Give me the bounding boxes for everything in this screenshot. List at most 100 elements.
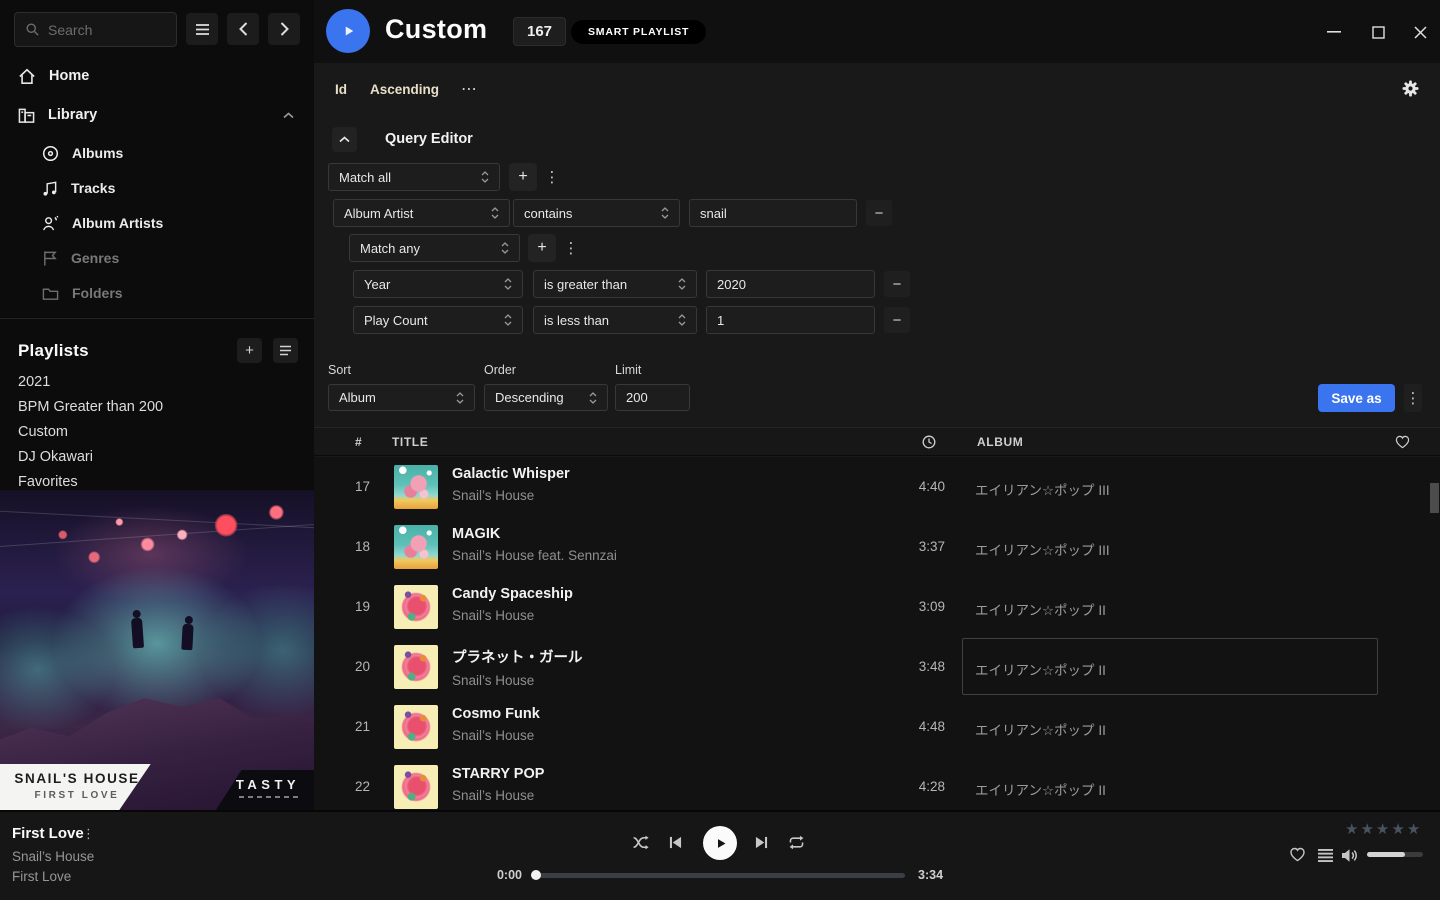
track-album[interactable]: エイリアン☆ポップ II <box>975 779 1106 799</box>
now-playing-artist[interactable]: Snail’s House <box>12 849 94 864</box>
track-title[interactable]: MAGIK <box>452 526 617 542</box>
repeat-button[interactable] <box>787 834 806 851</box>
track-artist[interactable]: Snail’s House <box>452 488 570 503</box>
star-icon[interactable]: ★ <box>1407 821 1422 838</box>
star-icon[interactable]: ★ <box>1345 821 1360 838</box>
table-row[interactable]: 17 Galactic Whisper Snail’s House 4:40 エ… <box>314 457 1440 517</box>
track-album[interactable]: エイリアン☆ポップ III <box>975 479 1110 499</box>
query-editor-collapse-button[interactable] <box>332 127 357 152</box>
rule-field-select[interactable]: Album Artist <box>333 199 510 227</box>
playlist-item[interactable]: BPM Greater than 200 <box>18 394 288 419</box>
rule-field-select[interactable]: Play Count <box>353 306 523 334</box>
track-title[interactable]: STARRY POP <box>452 766 544 782</box>
track-album[interactable]: エイリアン☆ポップ II <box>975 599 1106 619</box>
track-artist[interactable]: Snail’s House <box>452 788 544 803</box>
favorite-column-heart-icon[interactable] <box>1395 435 1410 449</box>
group-menu-button[interactable]: ⋮ <box>544 163 560 191</box>
sidebar-item-albums[interactable]: Albums <box>0 138 314 168</box>
rating-stars[interactable]: ★★★★★ <box>1345 820 1422 838</box>
volume-slider[interactable] <box>1367 852 1423 857</box>
column-album[interactable]: ALBUM <box>977 435 1023 449</box>
now-playing-album[interactable]: First Love <box>12 869 71 884</box>
save-menu-button[interactable]: ⋮ <box>1404 384 1422 412</box>
group-menu-button[interactable]: ⋮ <box>563 234 579 262</box>
table-row[interactable]: 20 プラネット・ガール Snail’s House 3:48 エイリアン☆ポッ… <box>314 637 1440 697</box>
nav-back-button[interactable] <box>227 13 259 45</box>
sidebar-item-album-artists[interactable]: Album Artists <box>0 208 314 238</box>
track-title[interactable]: Candy Spaceship <box>452 586 573 602</box>
table-row[interactable]: 18 MAGIK Snail’s House feat. Sennzai 3:3… <box>314 517 1440 577</box>
add-playlist-button[interactable]: + <box>237 338 262 363</box>
now-playing-menu-button[interactable]: ⋮ <box>82 826 95 842</box>
sidebar-item-genres[interactable]: Genres <box>0 243 314 273</box>
volume-icon[interactable] <box>1341 848 1359 863</box>
track-artist[interactable]: Snail’s House feat. Sennzai <box>452 548 617 563</box>
remove-rule-button[interactable]: − <box>884 271 910 297</box>
table-row[interactable]: 19 Candy Spaceship Snail’s House 3:09 エイ… <box>314 577 1440 637</box>
table-row[interactable]: 21 Cosmo Funk Snail’s House 4:48 エイリアン☆ポ… <box>314 697 1440 757</box>
track-title[interactable]: プラネット・ガール <box>452 646 583 667</box>
playlist-item[interactable]: DJ Okawari <box>18 444 288 469</box>
rule-field-select[interactable]: Year <box>353 270 523 298</box>
sort-field-button[interactable]: Id <box>335 82 347 97</box>
play-pause-button[interactable] <box>703 826 737 860</box>
duration-column-clock-icon[interactable] <box>922 435 936 449</box>
star-icon[interactable]: ★ <box>1391 821 1406 838</box>
match-select[interactable]: Match any <box>349 234 520 262</box>
window-close-button[interactable] <box>1410 22 1430 42</box>
track-artist[interactable]: Snail’s House <box>452 608 573 623</box>
sort-select[interactable]: Album <box>328 384 475 411</box>
play-playlist-button[interactable] <box>326 9 370 53</box>
sidebar-item-tracks[interactable]: Tracks <box>0 173 314 203</box>
track-album[interactable]: エイリアン☆ポップ III <box>975 539 1110 559</box>
column-title[interactable]: TITLE <box>392 435 428 449</box>
rule-value-input[interactable] <box>717 277 864 292</box>
scrollbar-thumb[interactable] <box>1430 483 1439 513</box>
nav-forward-button[interactable] <box>268 13 300 45</box>
rule-value-input[interactable] <box>717 313 864 328</box>
star-icon[interactable]: ★ <box>1360 821 1375 838</box>
sortbar-more-button[interactable]: ⋯ <box>461 79 478 99</box>
star-icon[interactable]: ★ <box>1376 821 1391 838</box>
sidebar-item-library[interactable]: Library <box>0 99 314 131</box>
limit-input[interactable] <box>626 390 679 405</box>
next-track-button[interactable] <box>755 836 768 849</box>
track-artist[interactable]: Snail’s House <box>452 673 583 688</box>
gear-icon[interactable] <box>1402 80 1419 97</box>
track-title[interactable]: Galactic Whisper <box>452 466 570 482</box>
sidebar-item-folders[interactable]: Folders <box>0 278 314 308</box>
now-playing-album-art[interactable]: SNAIL'S HOUSE FIRST LOVE TASTY <box>0 490 314 810</box>
seek-knob[interactable] <box>531 870 541 880</box>
queue-icon[interactable] <box>1318 849 1333 862</box>
rule-operator-select[interactable]: is less than <box>533 306 697 334</box>
rule-operator-select[interactable]: contains <box>513 199 680 227</box>
track-artist[interactable]: Snail’s House <box>452 728 540 743</box>
add-rule-button[interactable]: + <box>528 234 556 262</box>
previous-track-button[interactable] <box>669 836 682 849</box>
seek-bar[interactable] <box>535 873 905 878</box>
favorite-heart-icon[interactable] <box>1289 847 1306 862</box>
window-maximize-button[interactable] <box>1368 22 1388 42</box>
shuffle-button[interactable] <box>632 834 651 851</box>
playlist-list-button[interactable] <box>273 338 298 363</box>
remove-rule-button[interactable]: − <box>866 200 892 226</box>
save-as-button[interactable]: Save as <box>1318 384 1395 412</box>
track-album[interactable]: エイリアン☆ポップ II <box>975 659 1106 679</box>
sort-direction-button[interactable]: Ascending <box>370 82 439 97</box>
remove-rule-button[interactable]: − <box>884 307 910 333</box>
column-number[interactable]: # <box>355 435 362 449</box>
search-box[interactable] <box>14 12 177 47</box>
track-title[interactable]: Cosmo Funk <box>452 706 540 722</box>
playlist-item[interactable]: Custom <box>18 419 288 444</box>
order-select[interactable]: Descending <box>484 384 608 411</box>
sidebar-item-home[interactable]: Home <box>0 60 314 92</box>
rule-operator-select[interactable]: is greater than <box>533 270 697 298</box>
rule-value-input[interactable] <box>700 206 846 221</box>
now-playing-title[interactable]: First Love <box>12 825 84 842</box>
add-rule-button[interactable]: + <box>509 163 537 191</box>
menu-button[interactable] <box>186 13 218 45</box>
chevron-up-icon[interactable] <box>283 112 294 119</box>
window-minimize-button[interactable] <box>1324 22 1344 42</box>
match-select[interactable]: Match all <box>328 163 500 191</box>
playlist-item[interactable]: 2021 <box>18 369 288 394</box>
